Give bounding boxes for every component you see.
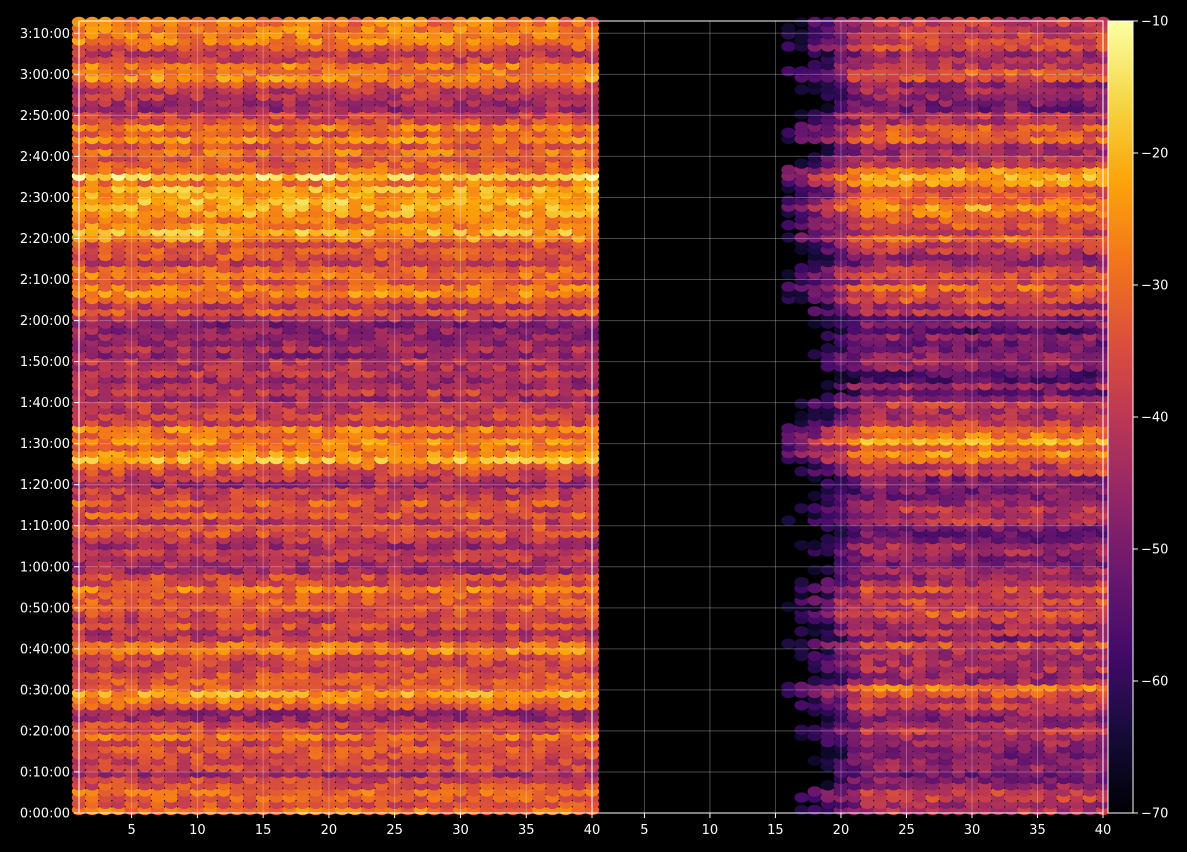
heatmap-cells-layer bbox=[71, 16, 1111, 816]
heatmap-chart: 5 10 15 20 25 30 35 40 5 10 15 20 25 30 35 400:00:000:1… bbox=[20, 15, 1169, 839]
heatmap-panel-1 bbox=[71, 16, 600, 816]
